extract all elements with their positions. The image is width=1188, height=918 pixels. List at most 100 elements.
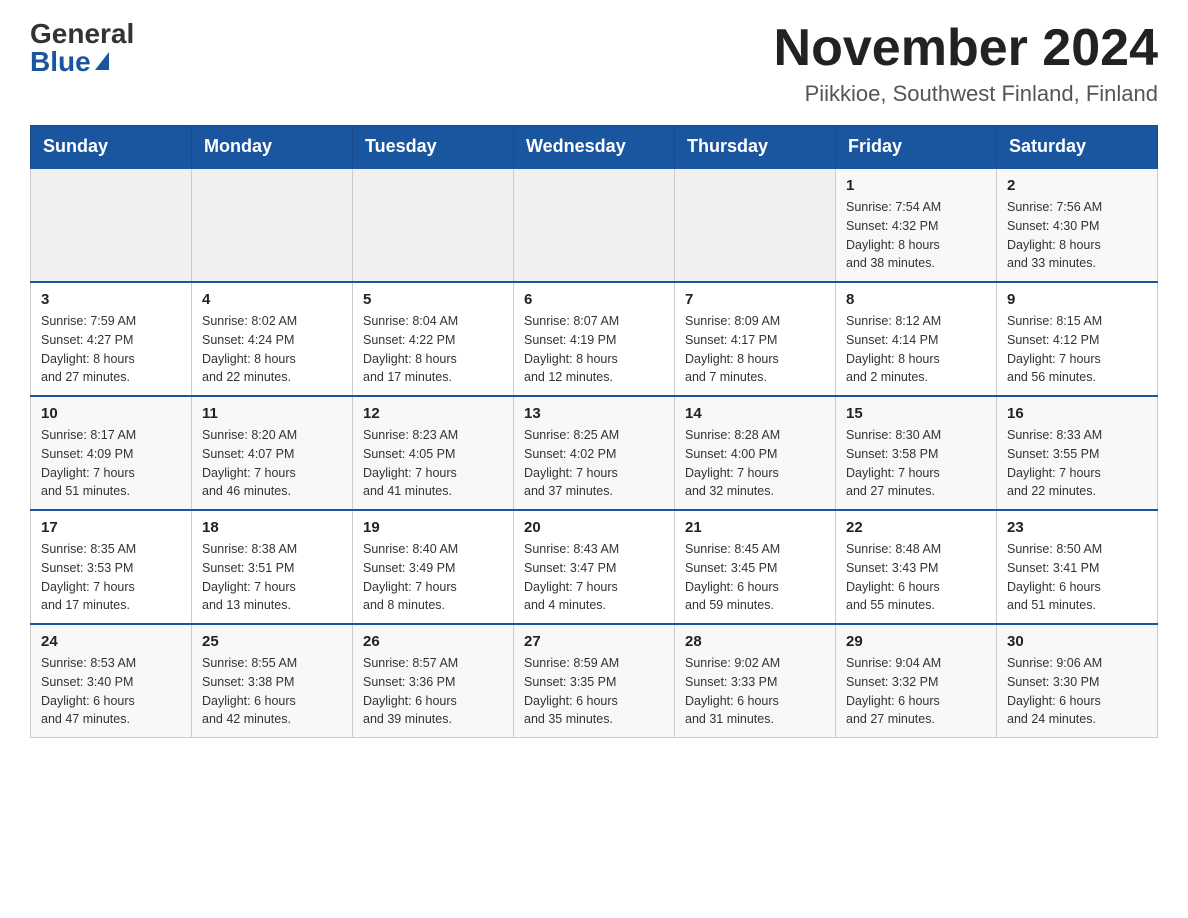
day-info: Sunrise: 8:53 AMSunset: 3:40 PMDaylight:… [41, 654, 181, 729]
calendar-cell: 28Sunrise: 9:02 AMSunset: 3:33 PMDayligh… [675, 624, 836, 738]
location-subtitle: Piikkioe, Southwest Finland, Finland [774, 81, 1158, 107]
logo-general-text: General [30, 20, 134, 48]
day-info: Sunrise: 8:28 AMSunset: 4:00 PMDaylight:… [685, 426, 825, 501]
calendar-cell: 5 Sunrise: 8:04 AMSunset: 4:22 PMDaylight… [353, 282, 514, 396]
calendar-cell: 14Sunrise: 8:28 AMSunset: 4:00 PMDayligh… [675, 396, 836, 510]
day-info: Sunrise: 8:40 AMSunset: 3:49 PMDaylight:… [363, 540, 503, 615]
calendar-cell: 21 Sunrise: 8:45 AMSunset: 3:45 PMDayligh… [675, 510, 836, 624]
day-info: Sunrise: 7:59 AMSunset: 4:27 PMDaylight:… [41, 312, 181, 387]
day-number: 19 [363, 519, 503, 536]
day-info: Sunrise: 8:09 AMSunset: 4:17 PMDaylight:… [685, 312, 825, 387]
calendar-cell: 17 Sunrise: 8:35 AMSunset: 3:53 PMDayligh… [31, 510, 192, 624]
day-number: 3 [41, 291, 181, 308]
day-number: 25 [202, 633, 342, 650]
calendar-cell: 8 Sunrise: 8:12 AMSunset: 4:14 PMDaylight… [836, 282, 997, 396]
day-number: 17 [41, 519, 181, 536]
day-info: Sunrise: 8:35 AMSunset: 3:53 PMDaylight:… [41, 540, 181, 615]
header: General Blue November 2024 Piikkioe, Sou… [30, 20, 1158, 107]
day-info: Sunrise: 8:25 AMSunset: 4:02 PMDaylight:… [524, 426, 664, 501]
day-number: 11 [202, 405, 342, 422]
day-info: Sunrise: 8:43 AMSunset: 3:47 PMDaylight:… [524, 540, 664, 615]
calendar-cell: 4Sunrise: 8:02 AMSunset: 4:24 PMDaylight… [192, 282, 353, 396]
calendar-cell: 22Sunrise: 8:48 AMSunset: 3:43 PMDayligh… [836, 510, 997, 624]
calendar-cell: 26 Sunrise: 8:57 AMSunset: 3:36 PMDayligh… [353, 624, 514, 738]
calendar-cell [514, 168, 675, 282]
calendar-cell: 18 Sunrise: 8:38 AMSunset: 3:51 PMDayligh… [192, 510, 353, 624]
calendar-cell [31, 168, 192, 282]
day-info: Sunrise: 8:59 AMSunset: 3:35 PMDaylight:… [524, 654, 664, 729]
week-row-3: 10 Sunrise: 8:17 AMSunset: 4:09 PMDayligh… [31, 396, 1158, 510]
calendar-cell: 30Sunrise: 9:06 AMSunset: 3:30 PMDayligh… [997, 624, 1158, 738]
calendar-cell: 24 Sunrise: 8:53 AMSunset: 3:40 PMDayligh… [31, 624, 192, 738]
weekday-header-row: Sunday Monday Tuesday Wednesday Thursday… [31, 126, 1158, 169]
day-number: 10 [41, 405, 181, 422]
calendar-cell: 19 Sunrise: 8:40 AMSunset: 3:49 PMDayligh… [353, 510, 514, 624]
calendar-cell: 7 Sunrise: 8:09 AMSunset: 4:17 PMDaylight… [675, 282, 836, 396]
title-section: November 2024 Piikkioe, Southwest Finlan… [774, 20, 1158, 107]
day-number: 6 [524, 291, 664, 308]
day-number: 21 [685, 519, 825, 536]
calendar-cell: 9 Sunrise: 8:15 AMSunset: 4:12 PMDaylight… [997, 282, 1158, 396]
month-title: November 2024 [774, 20, 1158, 77]
week-row-5: 24 Sunrise: 8:53 AMSunset: 3:40 PMDayligh… [31, 624, 1158, 738]
day-number: 1 [846, 177, 986, 194]
day-number: 5 [363, 291, 503, 308]
calendar-cell [192, 168, 353, 282]
day-info: Sunrise: 8:38 AMSunset: 3:51 PMDaylight:… [202, 540, 342, 615]
day-info: Sunrise: 7:56 AMSunset: 4:30 PMDaylight:… [1007, 198, 1147, 273]
day-info: Sunrise: 8:55 AMSunset: 3:38 PMDaylight:… [202, 654, 342, 729]
day-info: Sunrise: 8:45 AMSunset: 3:45 PMDaylight:… [685, 540, 825, 615]
day-info: Sunrise: 8:12 AMSunset: 4:14 PMDaylight:… [846, 312, 986, 387]
header-wednesday: Wednesday [514, 126, 675, 169]
calendar-cell: 27Sunrise: 8:59 AMSunset: 3:35 PMDayligh… [514, 624, 675, 738]
day-info: Sunrise: 9:02 AMSunset: 3:33 PMDaylight:… [685, 654, 825, 729]
day-number: 16 [1007, 405, 1147, 422]
calendar-cell: 2 Sunrise: 7:56 AMSunset: 4:30 PMDaylight… [997, 168, 1158, 282]
header-saturday: Saturday [997, 126, 1158, 169]
day-number: 2 [1007, 177, 1147, 194]
calendar-cell: 15Sunrise: 8:30 AMSunset: 3:58 PMDayligh… [836, 396, 997, 510]
day-info: Sunrise: 7:54 AMSunset: 4:32 PMDaylight:… [846, 198, 986, 273]
day-number: 18 [202, 519, 342, 536]
day-number: 8 [846, 291, 986, 308]
day-info: Sunrise: 8:04 AMSunset: 4:22 PMDaylight:… [363, 312, 503, 387]
day-number: 24 [41, 633, 181, 650]
header-tuesday: Tuesday [353, 126, 514, 169]
week-row-4: 17 Sunrise: 8:35 AMSunset: 3:53 PMDayligh… [31, 510, 1158, 624]
day-number: 9 [1007, 291, 1147, 308]
calendar-cell: 25 Sunrise: 8:55 AMSunset: 3:38 PMDayligh… [192, 624, 353, 738]
day-number: 23 [1007, 519, 1147, 536]
calendar-table: Sunday Monday Tuesday Wednesday Thursday… [30, 125, 1158, 738]
calendar-cell: 13 Sunrise: 8:25 AMSunset: 4:02 PMDayligh… [514, 396, 675, 510]
day-info: Sunrise: 8:17 AMSunset: 4:09 PMDaylight:… [41, 426, 181, 501]
calendar-cell: 3 Sunrise: 7:59 AMSunset: 4:27 PMDaylight… [31, 282, 192, 396]
day-info: Sunrise: 8:57 AMSunset: 3:36 PMDaylight:… [363, 654, 503, 729]
day-info: Sunrise: 8:50 AMSunset: 3:41 PMDaylight:… [1007, 540, 1147, 615]
day-number: 4 [202, 291, 342, 308]
header-sunday: Sunday [31, 126, 192, 169]
week-row-1: 1 Sunrise: 7:54 AMSunset: 4:32 PMDaylight… [31, 168, 1158, 282]
calendar-cell [353, 168, 514, 282]
day-number: 15 [846, 405, 986, 422]
calendar-cell: 10 Sunrise: 8:17 AMSunset: 4:09 PMDayligh… [31, 396, 192, 510]
day-number: 29 [846, 633, 986, 650]
day-number: 13 [524, 405, 664, 422]
day-number: 7 [685, 291, 825, 308]
day-number: 30 [1007, 633, 1147, 650]
calendar-cell: 6Sunrise: 8:07 AMSunset: 4:19 PMDaylight… [514, 282, 675, 396]
day-number: 26 [363, 633, 503, 650]
header-monday: Monday [192, 126, 353, 169]
day-info: Sunrise: 8:15 AMSunset: 4:12 PMDaylight:… [1007, 312, 1147, 387]
day-number: 12 [363, 405, 503, 422]
calendar-cell: 16Sunrise: 8:33 AMSunset: 3:55 PMDayligh… [997, 396, 1158, 510]
header-thursday: Thursday [675, 126, 836, 169]
calendar-cell: 1 Sunrise: 7:54 AMSunset: 4:32 PMDaylight… [836, 168, 997, 282]
day-info: Sunrise: 8:20 AMSunset: 4:07 PMDaylight:… [202, 426, 342, 501]
header-friday: Friday [836, 126, 997, 169]
logo: General Blue [30, 20, 134, 76]
calendar-cell [675, 168, 836, 282]
calendar-cell: 11 Sunrise: 8:20 AMSunset: 4:07 PMDayligh… [192, 396, 353, 510]
calendar-cell: 23 Sunrise: 8:50 AMSunset: 3:41 PMDayligh… [997, 510, 1158, 624]
week-row-2: 3 Sunrise: 7:59 AMSunset: 4:27 PMDaylight… [31, 282, 1158, 396]
day-number: 22 [846, 519, 986, 536]
